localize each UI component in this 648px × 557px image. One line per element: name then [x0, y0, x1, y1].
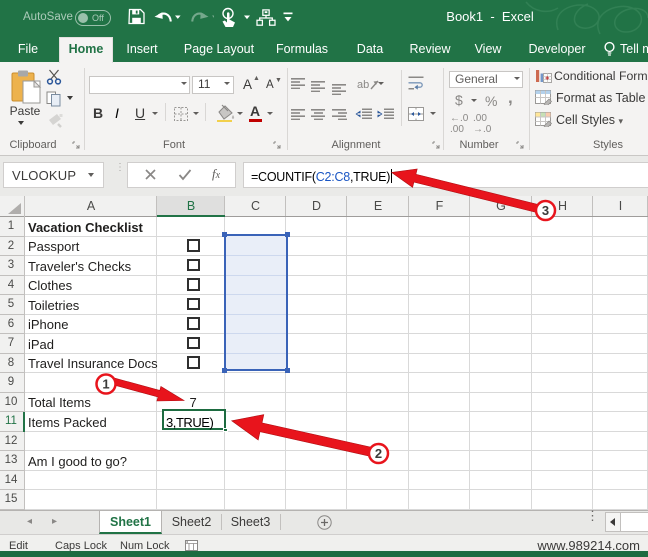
svg-text:ab: ab: [357, 79, 369, 91]
